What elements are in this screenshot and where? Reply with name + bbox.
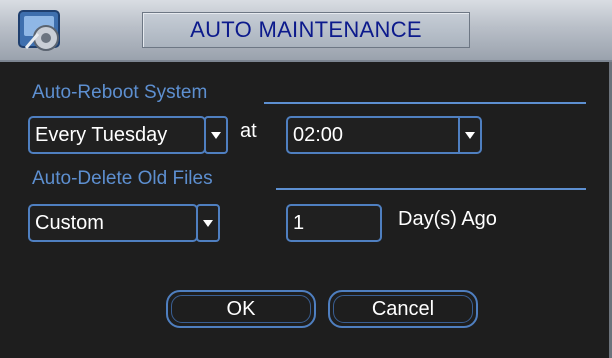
auto-reboot-section-label: Auto-Reboot System [32,82,208,103]
title-bar: AUTO MAINTENANCE [0,0,612,62]
ok-button[interactable]: OK [166,290,316,328]
chevron-down-icon [211,131,221,139]
reboot-time-select[interactable]: 02:00 [286,116,482,154]
chevron-down-icon [465,131,475,139]
ok-button-label: OK [226,297,256,320]
reboot-day-value: Every Tuesday [35,123,168,146]
chevron-down-icon [203,219,213,227]
reboot-time-value: 02:00 [293,123,344,146]
delete-days-input[interactable]: 1 [286,204,382,242]
reboot-day-select[interactable]: Every Tuesday [28,116,206,154]
app-maintenance-icon [16,8,66,54]
auto-delete-section-label: Auto-Delete Old Files [32,168,213,189]
delete-mode-value: Custom [35,211,104,234]
cancel-button-label: Cancel [371,297,435,320]
delete-mode-select[interactable]: Custom [28,204,198,242]
auto-reboot-divider [264,102,586,104]
cancel-button[interactable]: Cancel [328,290,478,328]
delete-mode-dropdown-button[interactable] [196,204,220,242]
days-ago-label: Day(s) Ago [398,208,497,230]
reboot-time-dropdown-button[interactable] [458,118,480,152]
delete-days-value: 1 [293,211,305,234]
auto-delete-divider [276,188,586,190]
reboot-day-dropdown-button[interactable] [204,116,228,154]
dialog-title: AUTO MAINTENANCE [190,17,422,42]
at-label: at [240,120,257,142]
auto-maintenance-dialog: AUTO MAINTENANCE Auto-Reboot System Ever… [0,0,612,358]
title-box: AUTO MAINTENANCE [142,12,470,48]
